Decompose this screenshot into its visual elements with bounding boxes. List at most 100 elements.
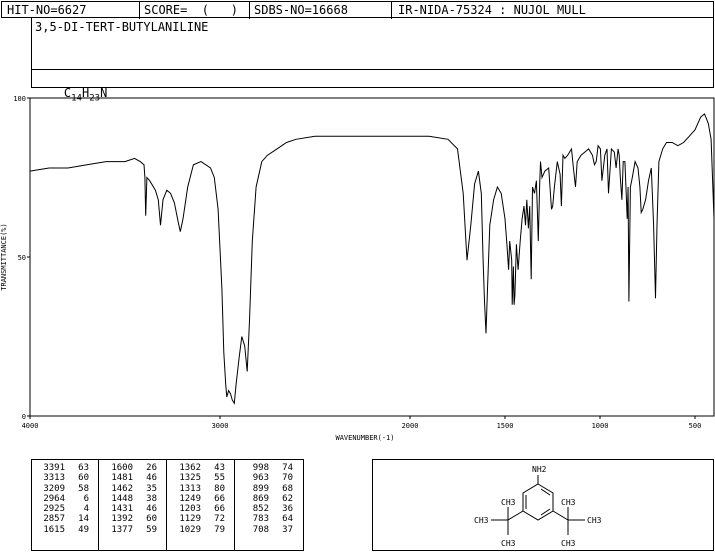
methyl-label: CH3 [474, 516, 489, 525]
benzene-ring [522, 483, 554, 521]
peak-row: 3209 58 [37, 484, 89, 494]
ir-spectrum-chart: 0 50 100 4000 3000 2000 1500 1000 500 WAVENUMBE… [0, 95, 715, 442]
peak-row: 1362 43 [173, 463, 225, 473]
peak-transmittance: 66 [214, 504, 225, 515]
peak-wavenumber: 1249 [179, 493, 201, 504]
peak-row: 2964 6 [37, 494, 89, 504]
transmittance-curve [29, 113, 715, 405]
peak-wavenumber: 708 [252, 524, 269, 535]
peak-column: 998 74 963 70 899 68 869 62 852 36 783 64 708 37 [241, 463, 293, 535]
peak-transmittance: 58 [78, 483, 89, 494]
peak-wavenumber: 899 [252, 483, 269, 494]
methyl-label: CH3 [501, 498, 516, 507]
peak-transmittance: 62 [282, 493, 293, 504]
y-tick-label: 0 [22, 413, 26, 421]
peak-wavenumber: 1313 [179, 483, 201, 494]
peak-wavenumber: 1448 [111, 493, 133, 504]
peak-row: 1325 55 [173, 473, 225, 483]
peak-transmittance: 60 [78, 473, 89, 484]
peak-transmittance: 43 [214, 463, 225, 473]
peak-row: 1615 49 [37, 525, 89, 535]
peak-wavenumber: 1325 [179, 473, 201, 484]
peak-transmittance: 66 [214, 493, 225, 504]
peak-column: 3391 63 3313 60 3209 58 2964 6 2925 4 2857 14 1615 49 [37, 463, 89, 535]
x-axis-label: WAVENUMBER(-1) [335, 434, 394, 442]
plot-frame [29, 97, 715, 417]
peak-row: 852 36 [241, 504, 293, 514]
tert-butyl-left [491, 507, 524, 535]
peak-transmittance: 79 [214, 524, 225, 535]
peak-wavenumber: 1203 [179, 504, 201, 515]
peak-row: 708 37 [241, 525, 293, 535]
peak-wavenumber: 1392 [111, 514, 133, 525]
structure-box: NH2 CH3 CH3 CH3 CH3 CH3 CH3 [372, 459, 714, 551]
peak-transmittance: 59 [146, 524, 157, 535]
peak-transmittance: 72 [214, 514, 225, 525]
peak-transmittance: 49 [78, 524, 89, 535]
peak-wavenumber: 869 [252, 493, 269, 504]
amine-label: NH2 [532, 465, 547, 474]
peak-transmittance: 74 [282, 463, 293, 473]
peak-wavenumber: 3209 [43, 483, 65, 494]
peak-wavenumber: 3313 [43, 473, 65, 484]
peak-wavenumber: 1615 [43, 524, 65, 535]
y-tick-label: 50 [18, 254, 26, 262]
y-axis-ticks: 0 50 100 [13, 95, 30, 421]
peak-wavenumber: 2925 [43, 504, 65, 515]
peak-transmittance: 4 [83, 504, 89, 515]
peak-row: 1431 46 [105, 504, 157, 514]
peak-transmittance: 37 [282, 524, 293, 535]
peak-row: 1481 46 [105, 473, 157, 483]
x-axis-ticks: 4000 3000 2000 1500 1000 500 [22, 416, 701, 430]
peak-transmittance: 38 [146, 493, 157, 504]
peak-wavenumber: 783 [252, 514, 269, 525]
peak-row: 1313 80 [173, 484, 225, 494]
peak-column: 1600 26 1481 46 1462 35 1448 38 1431 46 1392 60 1377… [105, 463, 157, 535]
peak-row: 1129 72 [173, 514, 225, 524]
methyl-label: CH3 [501, 539, 516, 548]
table-divider [166, 460, 167, 550]
peak-wavenumber: 1029 [179, 524, 201, 535]
peak-column: 1362 43 1325 55 1313 80 1249 66 1203 66 1129 72 1029… [173, 463, 225, 535]
peak-transmittance: 55 [214, 473, 225, 484]
peak-table: 3391 63 3313 60 3209 58 2964 6 2925 4 2857 14 1615 49… [31, 459, 304, 551]
peak-row: 1600 26 [105, 463, 157, 473]
peak-row: 1377 59 [105, 525, 157, 535]
peak-transmittance: 14 [78, 514, 89, 525]
methyl-label: CH3 [561, 539, 576, 548]
table-divider [234, 460, 235, 550]
methyl-label: CH3 [561, 498, 576, 507]
peak-transmittance: 6 [83, 493, 89, 504]
peak-row: 869 62 [241, 494, 293, 504]
y-tick-label: 100 [13, 95, 26, 103]
peak-row: 1203 66 [173, 504, 225, 514]
peak-wavenumber: 1431 [111, 504, 133, 515]
peak-row: 783 64 [241, 514, 293, 524]
peak-wavenumber: 963 [252, 473, 269, 484]
x-tick-label: 1500 [497, 422, 514, 430]
x-tick-label: 4000 [22, 422, 39, 430]
peak-wavenumber: 1600 [111, 463, 133, 473]
peak-wavenumber: 1362 [179, 463, 201, 473]
peak-row: 3391 63 [37, 463, 89, 473]
peak-transmittance: 35 [146, 483, 157, 494]
table-divider [98, 460, 99, 550]
tert-butyl-right [552, 507, 585, 535]
peak-row: 998 74 [241, 463, 293, 473]
peak-row: 1392 60 [105, 514, 157, 524]
peak-transmittance: 68 [282, 483, 293, 494]
x-tick-label: 3000 [212, 422, 229, 430]
methyl-label: CH3 [587, 516, 602, 525]
peak-row: 2925 4 [37, 504, 89, 514]
molecular-structure: NH2 CH3 CH3 CH3 CH3 CH3 CH3 [474, 465, 602, 548]
peak-transmittance: 46 [146, 504, 157, 515]
peak-row: 1462 35 [105, 484, 157, 494]
peak-row: 1249 66 [173, 494, 225, 504]
peak-row: 1448 38 [105, 494, 157, 504]
peak-transmittance: 60 [146, 514, 157, 525]
peak-wavenumber: 1129 [179, 514, 201, 525]
peak-row: 963 70 [241, 473, 293, 483]
peak-row: 1029 79 [173, 525, 225, 535]
peak-wavenumber: 1481 [111, 473, 133, 484]
y-axis-label: TRANSMITTANCE(%) [0, 223, 8, 290]
